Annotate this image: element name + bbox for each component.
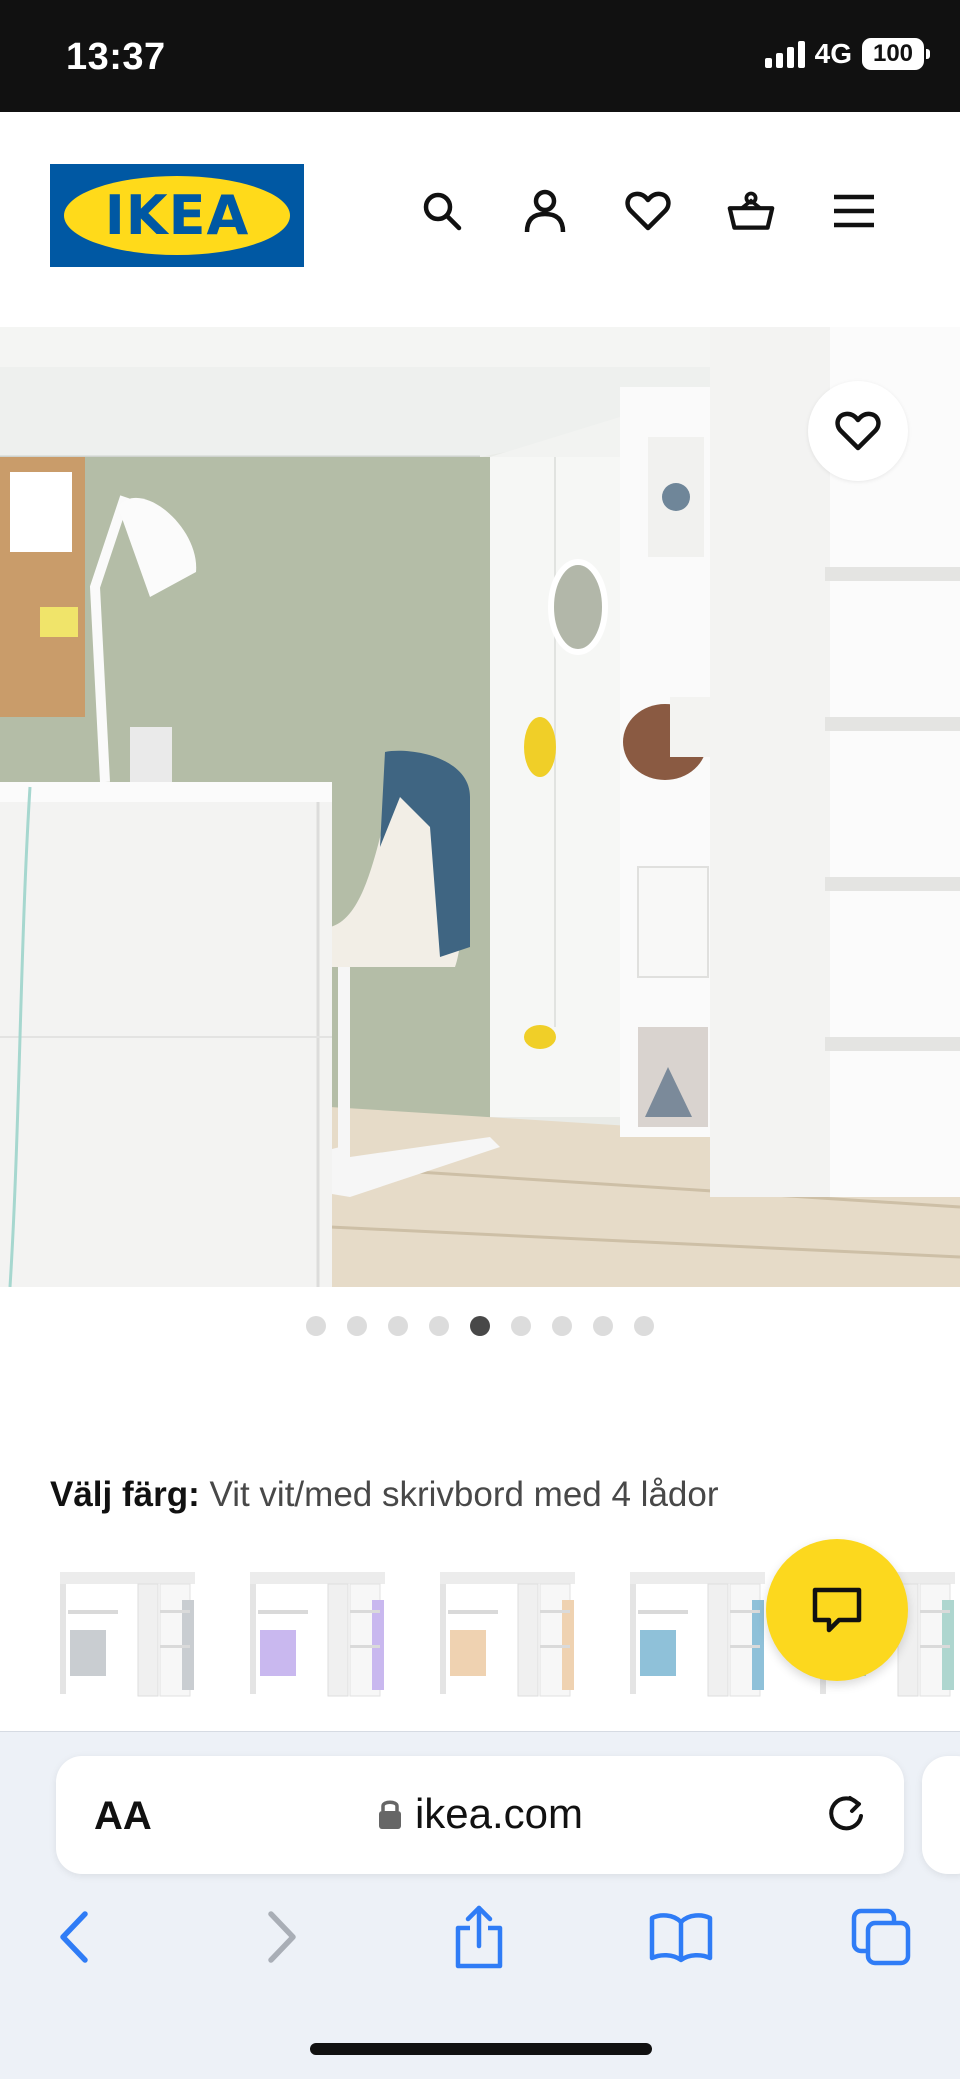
product-image[interactable] [0, 327, 960, 1287]
carousel-dots [0, 1316, 960, 1336]
site-header: IKEA [0, 112, 960, 327]
carousel-dot[interactable] [306, 1316, 326, 1336]
add-to-favourites-button[interactable] [808, 381, 908, 481]
basket-icon[interactable] [727, 187, 775, 235]
status-bar: 13:37 4G 100 [0, 0, 960, 112]
battery-icon: 100 [862, 38, 930, 70]
status-time: 13:37 [66, 36, 166, 78]
url-text: ikea.com [414, 1790, 584, 1837]
lock-icon [378, 1800, 401, 1829]
tabs-button[interactable] [846, 1902, 916, 1972]
network-type: 4G [814, 38, 852, 69]
next-tab-peek[interactable] [922, 1756, 960, 1874]
browser-toolbar: AA ikea.com [0, 1731, 960, 2079]
user-icon[interactable] [521, 187, 569, 235]
url-display[interactable]: ikea.com [56, 1790, 904, 1838]
product-photo [0, 327, 960, 1287]
ikea-logo[interactable]: IKEA [50, 164, 304, 267]
forward-button[interactable] [246, 1902, 316, 1972]
chevron-left-icon [60, 1911, 88, 1963]
share-icon [455, 1905, 503, 1969]
color-selection: Välj färg: Vit vit/med skrivbord med 4 l… [50, 1475, 719, 1515]
carousel-dot[interactable] [634, 1316, 654, 1336]
carousel-dot[interactable] [552, 1316, 572, 1336]
carousel-dot[interactable] [388, 1316, 408, 1336]
signal-icon [764, 40, 805, 68]
status-indicators: 4G 100 [764, 38, 930, 70]
bookmarks-button[interactable] [646, 1902, 716, 1972]
color-label: Välj färg: [50, 1475, 200, 1514]
logo-text: IKEA [104, 184, 250, 247]
heart-icon[interactable] [624, 187, 672, 235]
carousel-dot[interactable] [511, 1316, 531, 1336]
chevron-right-icon [268, 1911, 296, 1963]
share-button[interactable] [444, 1902, 514, 1972]
color-swatch[interactable] [60, 1570, 200, 1700]
carousel-dot[interactable] [470, 1316, 490, 1336]
color-swatch[interactable] [440, 1570, 580, 1700]
tabs-icon [851, 1908, 911, 1966]
logo-oval: IKEA [64, 176, 290, 255]
heart-icon [835, 411, 881, 451]
back-button[interactable] [40, 1902, 110, 1972]
home-indicator [310, 2043, 652, 2055]
chat-icon [812, 1587, 862, 1633]
browser-nav [0, 1902, 960, 1982]
reload-icon[interactable] [822, 1790, 870, 1838]
header-actions [418, 187, 878, 235]
menu-icon[interactable] [830, 187, 878, 235]
color-value: Vit vit/med skrivbord med 4 lådor [209, 1475, 719, 1514]
book-icon [649, 1913, 713, 1963]
chat-button[interactable] [766, 1539, 908, 1681]
carousel-dot[interactable] [347, 1316, 367, 1336]
carousel-dot[interactable] [429, 1316, 449, 1336]
carousel-dot[interactable] [593, 1316, 613, 1336]
battery-level: 100 [872, 40, 914, 67]
color-swatch[interactable] [630, 1570, 770, 1700]
search-icon[interactable] [418, 187, 466, 235]
color-swatch[interactable] [250, 1570, 390, 1700]
address-bar[interactable]: AA ikea.com [56, 1756, 904, 1874]
